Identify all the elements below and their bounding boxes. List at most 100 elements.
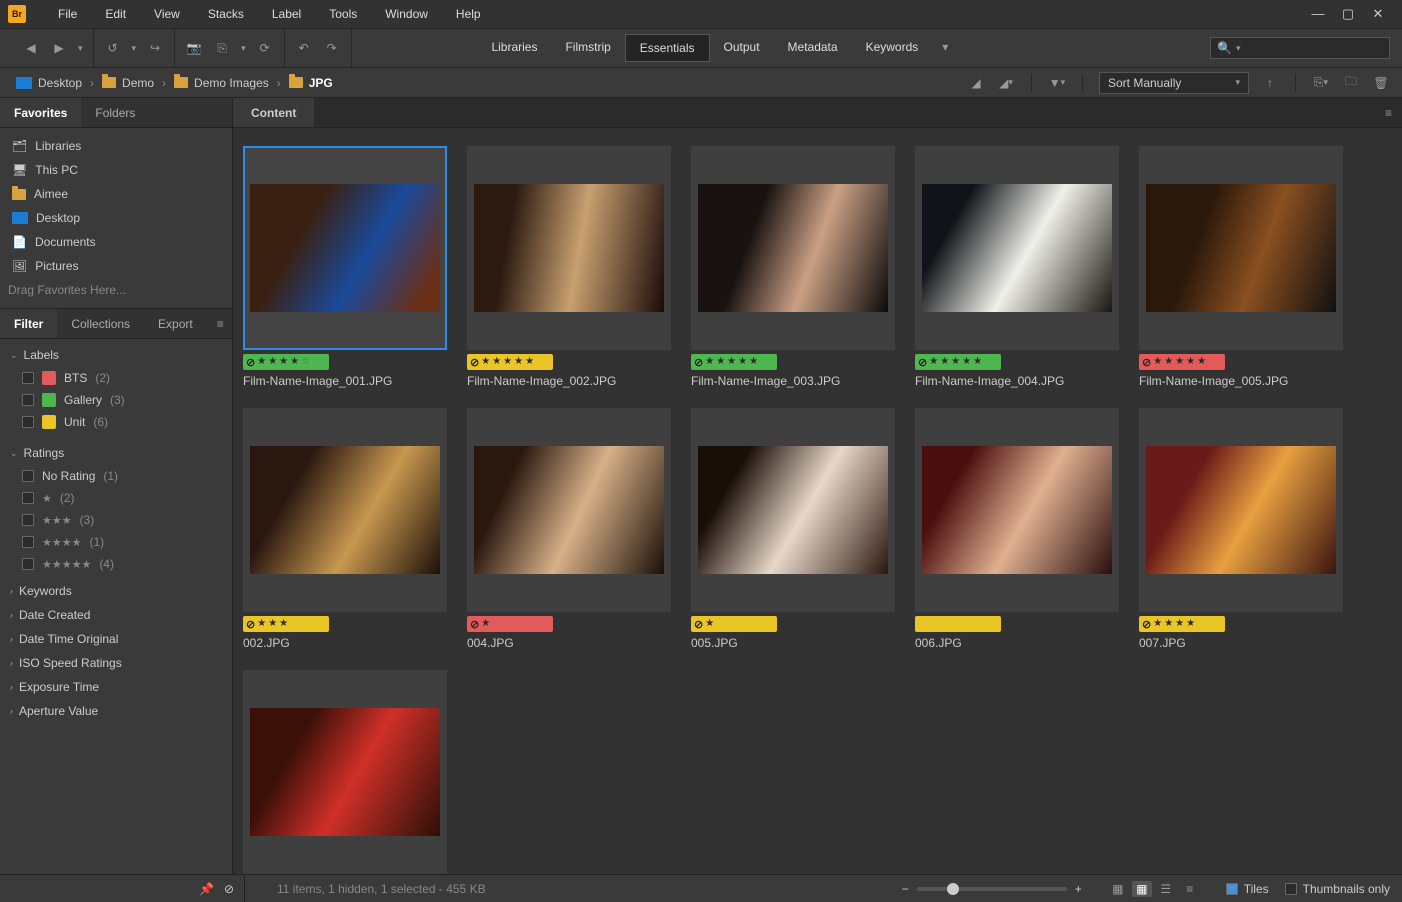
menu-view[interactable]: View (140, 0, 194, 28)
thumbnail-item[interactable]: ⊘★★★★★Film-Name-Image_003.JPG (691, 146, 895, 388)
menu-file[interactable]: File (44, 0, 91, 28)
filter-rating-none[interactable]: No Rating(1) (0, 465, 230, 487)
rotate-cw-icon[interactable]: ↷ (323, 39, 341, 57)
thumbnail-item[interactable] (243, 670, 447, 874)
tab-filmstrip[interactable]: Filmstrip (551, 34, 624, 62)
checkbox[interactable] (22, 536, 34, 548)
slider-thumb[interactable] (947, 883, 959, 895)
rating-label-bar[interactable]: ⊘★★★★★ (1139, 354, 1225, 370)
back-icon[interactable]: ◀ (22, 39, 40, 57)
crumb-demo-images[interactable]: Demo Images (170, 76, 273, 90)
view-grid-icon[interactable]: ▦ (1132, 881, 1152, 897)
ratings-filter-2-icon[interactable]: ◢▾ (997, 74, 1015, 92)
checkbox-checked[interactable] (1226, 883, 1238, 895)
pin-icon[interactable]: 📌 (199, 882, 214, 896)
get-photos-icon[interactable]: 📷 (185, 39, 203, 57)
maximize-icon[interactable]: ▢ (1340, 6, 1356, 22)
cancel-icon[interactable]: ⊘ (224, 882, 234, 896)
fav-aimee[interactable]: Aimee (0, 182, 232, 206)
fav-desktop[interactable]: Desktop (0, 206, 232, 230)
thumbnail-item[interactable]: ⊘★★★★☆Film-Name-Image_001.JPG (243, 146, 447, 388)
ratings-filter-icon[interactable]: ◢ (967, 74, 985, 92)
open-camera-raw-icon[interactable]: ⟳ (256, 39, 274, 57)
thumbnail-frame[interactable] (691, 408, 895, 612)
filter-label-bts[interactable]: BTS(2) (0, 367, 230, 389)
menu-stacks[interactable]: Stacks (194, 0, 258, 28)
fav-this-pc[interactable]: 🖥This PC (0, 158, 232, 182)
search-dropdown-icon[interactable]: ▾ (1236, 43, 1241, 54)
thumbnail-item[interactable]: ⊘★005.JPG (691, 408, 895, 650)
fav-pictures[interactable]: 🖼Pictures (0, 254, 232, 278)
content-menu-icon[interactable]: ≡ (1375, 98, 1402, 127)
crumb-desktop[interactable]: Desktop (12, 76, 86, 90)
tab-filter[interactable]: Filter (0, 309, 57, 338)
menu-edit[interactable]: Edit (91, 0, 140, 28)
panel-menu-icon[interactable]: ≡ (207, 309, 232, 338)
checkbox[interactable] (22, 372, 34, 384)
thumbnail-item[interactable]: ⊘★★★★★Film-Name-Image_005.JPG (1139, 146, 1343, 388)
refine-icon[interactable]: ⎘ (213, 39, 231, 57)
thumbnail-frame[interactable] (467, 146, 671, 350)
trash-icon[interactable]: 🗑 (1372, 74, 1390, 92)
checkbox[interactable] (1285, 883, 1297, 895)
thumbnail-frame[interactable] (915, 146, 1119, 350)
checkbox[interactable] (22, 416, 34, 428)
forward-icon[interactable]: ▶ (50, 39, 68, 57)
history-dropdown-icon[interactable]: ▾ (78, 43, 83, 54)
rating-label-bar[interactable]: ⊘★★★★★ (467, 354, 553, 370)
zoom-out-icon[interactable]: − (902, 882, 909, 896)
thumbnail-frame[interactable] (467, 408, 671, 612)
funnel-filter-icon[interactable]: ▼▾ (1048, 74, 1066, 92)
checkbox[interactable] (22, 492, 34, 504)
thumbnail-item[interactable]: ⊘★★★002.JPG (243, 408, 447, 650)
tiles-checkbox[interactable]: Tiles (1226, 882, 1269, 896)
thumbnail-frame[interactable] (243, 408, 447, 612)
tab-keywords[interactable]: Keywords (852, 34, 933, 62)
thumbnail-item[interactable]: ⊘★★★★★Film-Name-Image_004.JPG (915, 146, 1119, 388)
filter-aperture-header[interactable]: ›Aperture Value (0, 699, 230, 723)
menu-tools[interactable]: Tools (315, 0, 371, 28)
tab-content[interactable]: Content (233, 98, 314, 127)
thumbnail-frame[interactable] (1139, 408, 1343, 612)
reveal-recent-icon[interactable]: ↺ (104, 39, 122, 57)
filter-date-created-header[interactable]: ›Date Created (0, 603, 230, 627)
menu-help[interactable]: Help (442, 0, 495, 28)
rating-label-bar[interactable]: ⊘★ (467, 616, 553, 632)
tab-libraries[interactable]: Libraries (477, 34, 551, 62)
checkbox[interactable] (22, 470, 34, 482)
thumbnails-only-checkbox[interactable]: Thumbnails only (1285, 882, 1390, 896)
view-list-icon[interactable]: ≡ (1180, 881, 1200, 897)
thumbnail-frame[interactable] (915, 408, 1119, 612)
thumbnail-grid[interactable]: ⊘★★★★☆Film-Name-Image_001.JPG ⊘★★★★★Film-… (233, 128, 1402, 874)
ratings-header[interactable]: ⌄Ratings (0, 441, 230, 465)
zoom-in-icon[interactable]: + (1075, 882, 1082, 896)
filter-exposure-header[interactable]: ›Exposure Time (0, 675, 230, 699)
minimize-icon[interactable]: — (1310, 6, 1326, 22)
filter-iso-header[interactable]: ›ISO Speed Ratings (0, 651, 230, 675)
zoom-slider[interactable] (917, 887, 1067, 891)
close-icon[interactable]: ✕ (1370, 6, 1386, 22)
tab-output[interactable]: Output (710, 34, 774, 62)
rating-label-bar[interactable]: ⊘★★★★★ (691, 354, 777, 370)
checkbox[interactable] (22, 558, 34, 570)
filter-rating-3[interactable]: ★★★(3) (0, 509, 230, 531)
new-folder-icon[interactable]: 🗀 (1342, 74, 1360, 92)
view-grid-lock-icon[interactable]: ▦ (1108, 881, 1128, 897)
options-icon[interactable]: ⎘▾ (1312, 74, 1330, 92)
search-input[interactable]: 🔍 ▾ (1210, 37, 1390, 59)
crumb-jpg[interactable]: JPG (285, 76, 337, 90)
sort-select[interactable]: Sort Manually ▾ (1099, 72, 1249, 94)
rating-label-bar[interactable]: ⊘★ (691, 616, 777, 632)
tab-export[interactable]: Export (144, 309, 207, 338)
fav-documents[interactable]: 📄Documents (0, 230, 232, 254)
filter-label-gallery[interactable]: Gallery(3) (0, 389, 230, 411)
thumbnail-frame[interactable] (691, 146, 895, 350)
tab-metadata[interactable]: Metadata (774, 34, 852, 62)
tab-essentials[interactable]: Essentials (625, 34, 710, 62)
filter-rating-1[interactable]: ★(2) (0, 487, 230, 509)
checkbox[interactable] (22, 514, 34, 526)
thumbnail-item[interactable]: ⊘★004.JPG (467, 408, 671, 650)
rating-label-bar[interactable]: ⊘★★★★★ (915, 354, 1001, 370)
refine-dropdown-icon[interactable]: ▾ (241, 43, 246, 54)
menu-window[interactable]: Window (371, 0, 442, 28)
